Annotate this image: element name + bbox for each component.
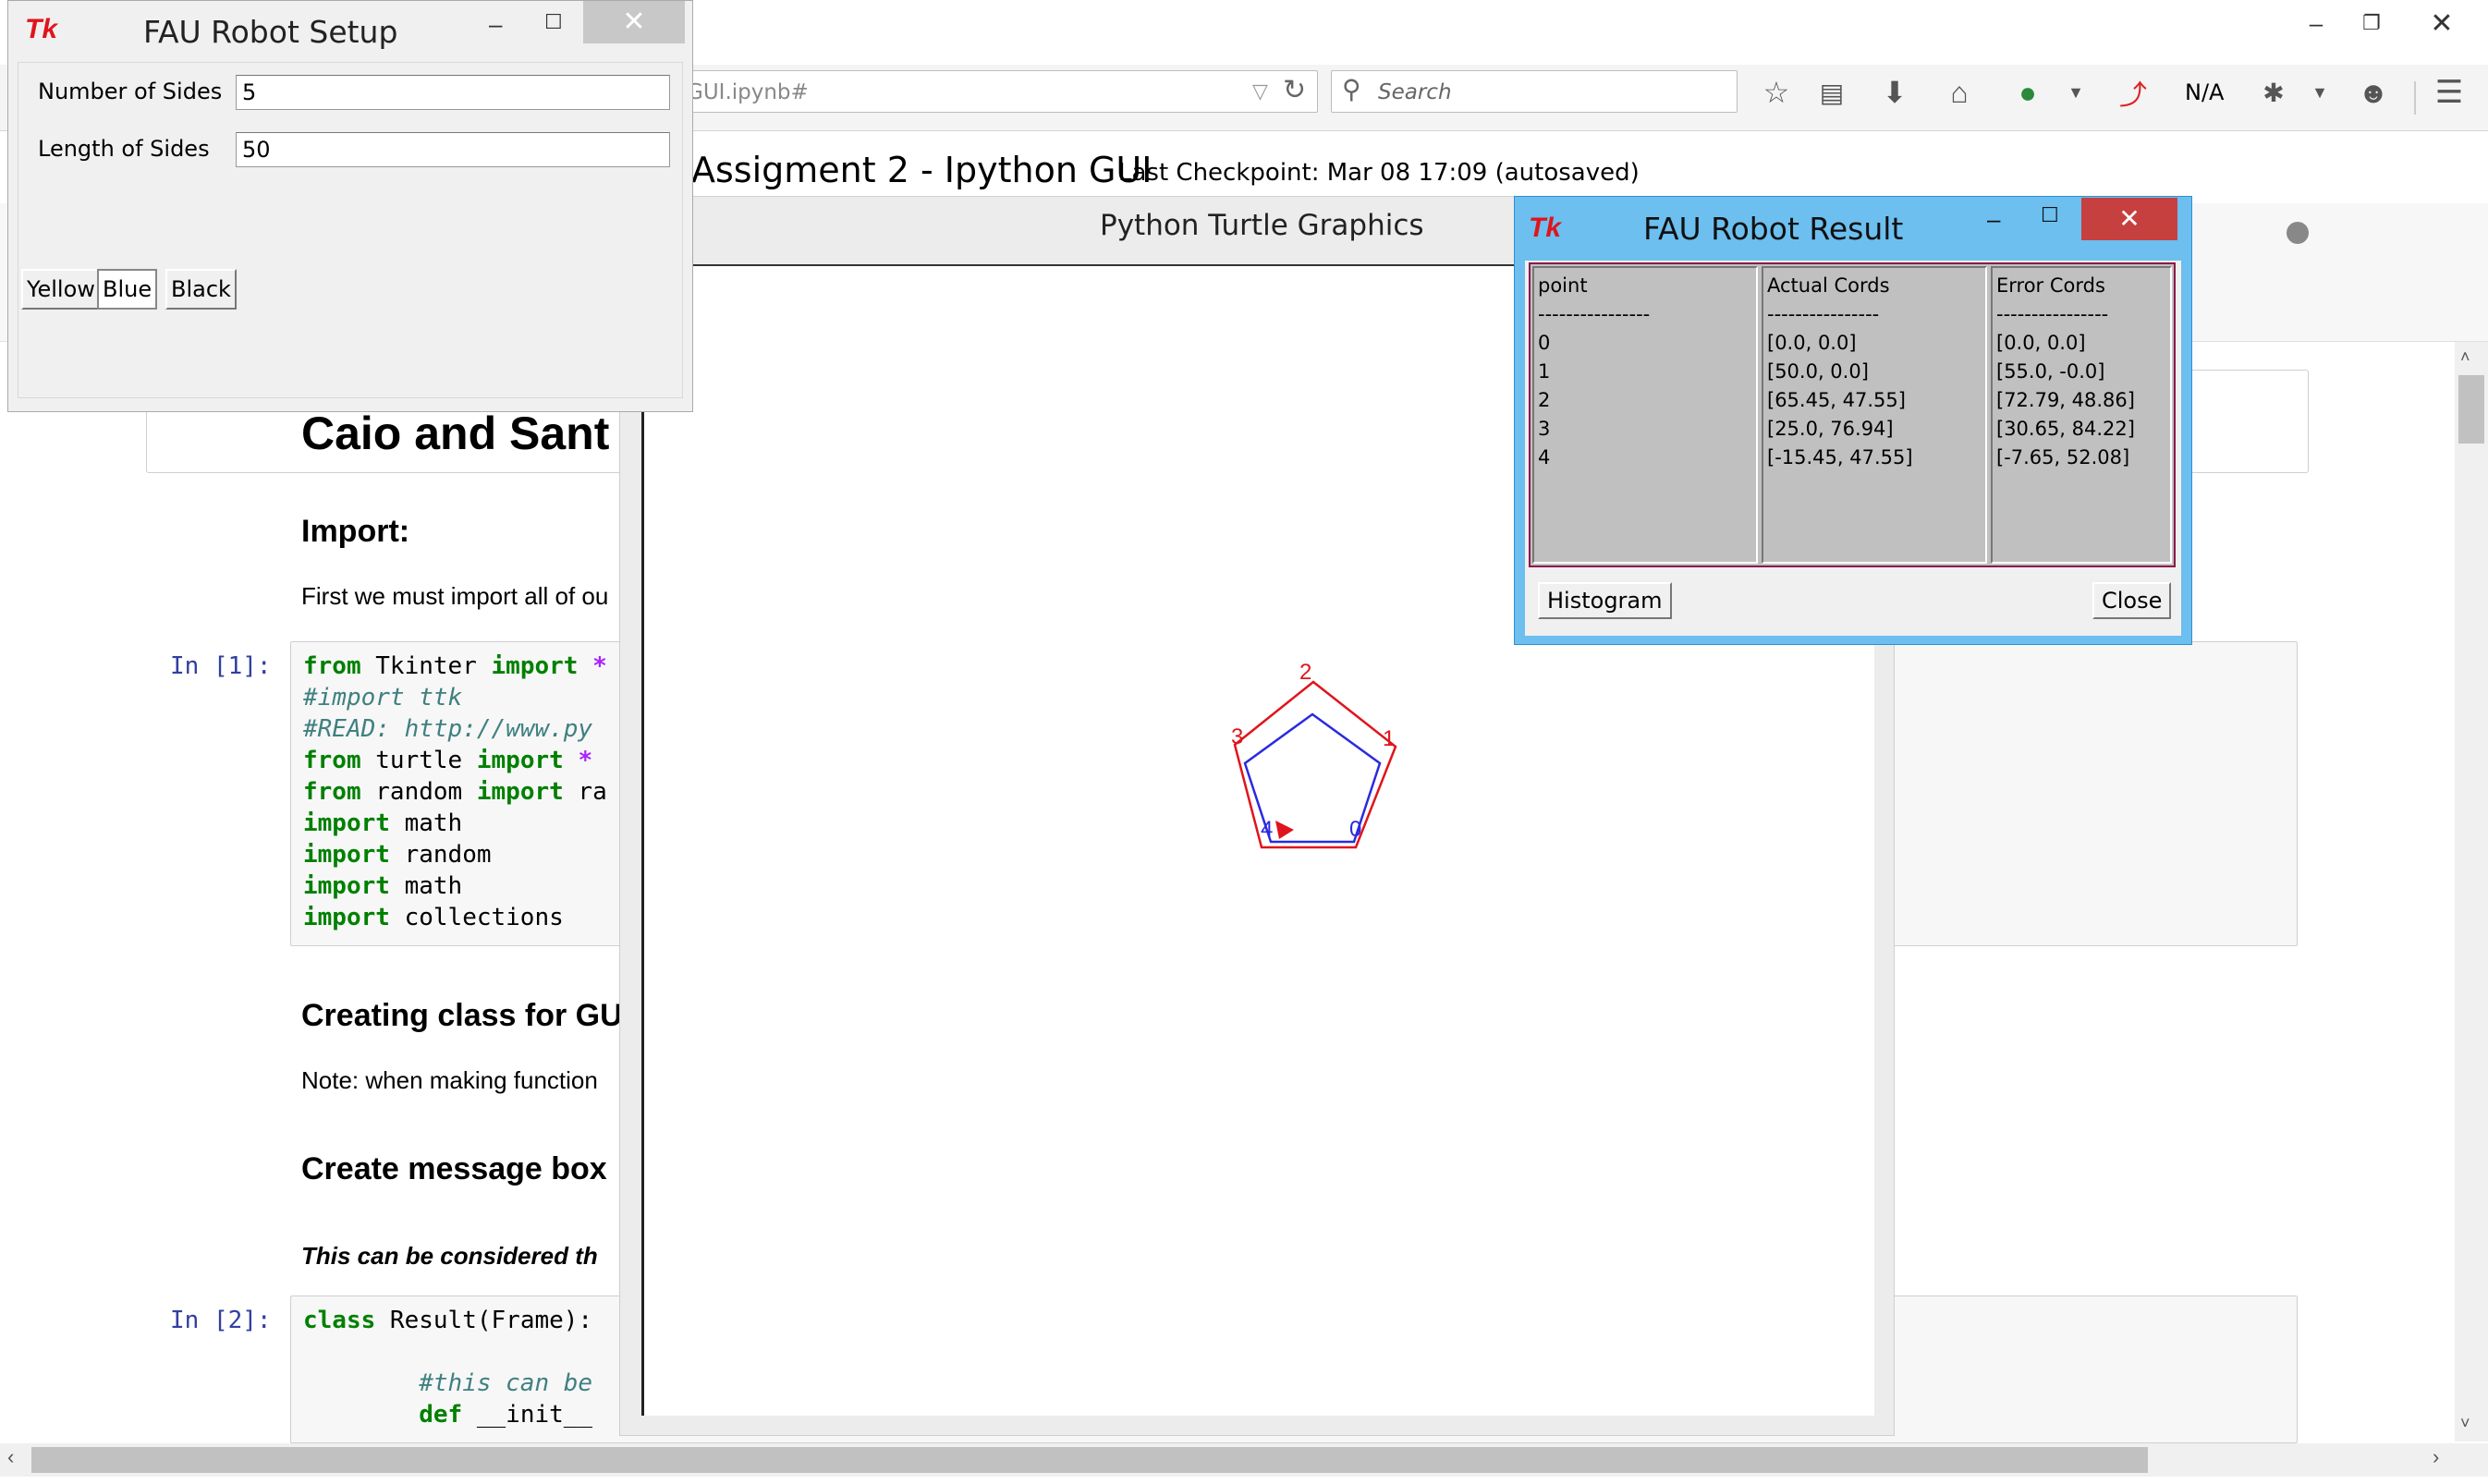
histogram-button[interactable]: Histogram (1538, 582, 1672, 619)
point-label: 3 (1231, 724, 1244, 749)
sides-field[interactable]: 5 (236, 75, 670, 110)
search-input[interactable]: Search (1331, 70, 1738, 113)
table-cell: [65.45, 47.55] (1767, 389, 1906, 411)
cell-prompt: In [2]: (170, 1307, 272, 1334)
section-class: Creating class for GU (301, 998, 623, 1033)
actual-cords-column: Actual Cords ---------------- [0.0, 0.0]… (1762, 266, 1987, 564)
na-label: N/A (2185, 79, 2225, 105)
table-cell: [25.0, 76.94] (1767, 418, 1894, 440)
vertical-scroll-thumb[interactable] (2458, 375, 2484, 444)
blue-button[interactable]: Blue (97, 269, 158, 310)
column-separator: ---------------- (1538, 303, 1651, 325)
black-button[interactable]: Black (165, 269, 237, 310)
scroll-left-icon[interactable]: ‹ (7, 1445, 14, 1469)
search-placeholder: Search (1378, 80, 1452, 104)
column-header: Actual Cords (1767, 274, 1890, 297)
toolbar-divider (2414, 81, 2416, 115)
notebook-title[interactable]: Assigment 2 - Ipython GUI (691, 150, 1152, 190)
error-cords-column: Error Cords ---------------- [0.0, 0.0] … (1991, 266, 2172, 564)
column-header: point (1538, 274, 1588, 297)
scroll-up-icon[interactable]: ˄ (2460, 347, 2470, 367)
table-cell: 3 (1538, 418, 1551, 440)
setup-title: FAU Robot Setup (143, 14, 398, 50)
chat-icon[interactable]: ☻ (2355, 74, 2392, 111)
table-cell: 0 (1538, 332, 1551, 354)
reload-icon[interactable]: ↻ (1283, 74, 1306, 106)
table-cell: [72.79, 48.86] (1996, 389, 2135, 411)
point-column: point ---------------- 0 1 2 3 4 (1532, 266, 1758, 564)
checkpoint-text: Last Checkpoint: Mar 08 17:09 (autosaved… (1118, 159, 1640, 187)
table-cell: [-15.45, 47.55] (1767, 446, 1913, 468)
restore-icon[interactable]: ❐ (2344, 0, 2399, 46)
globe-dropdown-icon[interactable]: ▼ (2057, 74, 2094, 111)
url-text: GUI.ipynb# (687, 80, 809, 104)
url-bar[interactable]: GUI.ipynb# (638, 70, 1318, 113)
kernel-status-icon (2287, 222, 2309, 244)
table-cell: [50.0, 0.0] (1767, 360, 1869, 383)
table-cell: [55.0, -0.0] (1996, 360, 2105, 383)
sides-label: Number of Sides (38, 79, 223, 104)
setup-window: Tk FAU Robot Setup – ☐ ✕ Number of Sides… (7, 0, 693, 412)
italic-text: This can be considered th (301, 1242, 598, 1270)
point-label: 4 (1261, 817, 1274, 842)
table-cell: [0.0, 0.0] (1767, 332, 1857, 354)
turtle-cursor (1275, 821, 1294, 839)
search-icon: ⚲ (1342, 75, 1361, 103)
section-msgbox: Create message box (301, 1151, 607, 1186)
graph-icon[interactable]: ⤴ (2115, 74, 2152, 111)
close-icon[interactable]: ✕ (583, 1, 685, 43)
scroll-right-icon[interactable]: › (2433, 1445, 2439, 1469)
cell-prompt: In [1]: (170, 652, 272, 680)
scroll-down-icon[interactable]: ˅ (2460, 1414, 2470, 1433)
table-cell: 2 (1538, 389, 1551, 411)
reading-list-icon[interactable]: ▤ (1813, 74, 1850, 111)
maximize-icon[interactable]: ☐ (2041, 203, 2059, 227)
turtle-window-title: Python Turtle Graphics (1100, 209, 1424, 242)
point-label: 2 (1299, 660, 1312, 685)
close-icon[interactable]: ✕ (2081, 198, 2177, 240)
bug-dropdown-icon[interactable]: ▼ (2301, 74, 2338, 111)
polygon-drawing (1233, 680, 1397, 849)
table-cell: 1 (1538, 360, 1551, 383)
download-icon[interactable]: ⬇ (1876, 74, 1913, 111)
column-separator: ---------------- (1767, 303, 1880, 325)
table-cell: [30.65, 84.22] (1996, 418, 2135, 440)
tk-logo-icon: Tk (25, 14, 58, 44)
minimize-icon[interactable]: – (2288, 0, 2344, 46)
table-cell: [0.0, 0.0] (1996, 332, 2086, 354)
close-icon[interactable]: ✕ (2414, 0, 2470, 46)
error-polygon (1233, 680, 1397, 849)
yellow-button[interactable]: Yellow (21, 269, 101, 310)
horizontal-scroll-thumb[interactable] (31, 1447, 2148, 1473)
bookmark-star-icon[interactable]: ☆ (1758, 74, 1795, 111)
code-cell-2-source: class Result(Frame): #this can be def __… (303, 1307, 593, 1429)
menu-icon[interactable]: ☰ (2431, 74, 2468, 111)
dropdown-arrow-icon[interactable]: ▽ (1252, 79, 1268, 103)
section-import: Import: (301, 514, 410, 549)
bug-icon[interactable]: ✱ (2255, 74, 2292, 111)
note-text: Note: when making function (301, 1066, 598, 1094)
notebook-heading: Caio and Sant (301, 407, 610, 459)
globe-icon[interactable]: ● (2009, 74, 2046, 111)
result-close-button[interactable]: Close (2092, 582, 2172, 619)
import-text: First we must import all of ou (301, 582, 609, 610)
vertical-scrollbar[interactable] (2455, 342, 2488, 1441)
table-cell: [-7.65, 52.08] (1996, 446, 2130, 468)
code-cell-1-source: from Tkinter import * #import ttk #READ:… (303, 652, 607, 931)
length-label: Length of Sides (38, 136, 210, 162)
table-cell: 4 (1538, 446, 1551, 468)
point-label: 0 (1349, 817, 1362, 842)
column-header: Error Cords (1996, 274, 2105, 297)
minimize-icon[interactable]: – (1987, 205, 2000, 234)
home-icon[interactable]: ⌂ (1941, 74, 1978, 111)
point-label: 1 (1383, 726, 1396, 751)
tk-logo-icon: Tk (1529, 213, 1562, 243)
length-field[interactable]: 50 (236, 132, 670, 167)
setup-client (18, 62, 683, 398)
result-title: FAU Robot Result (1643, 211, 1904, 247)
column-separator: ---------------- (1996, 303, 2109, 325)
minimize-icon[interactable]: – (489, 10, 502, 39)
maximize-icon[interactable]: ☐ (544, 10, 563, 34)
